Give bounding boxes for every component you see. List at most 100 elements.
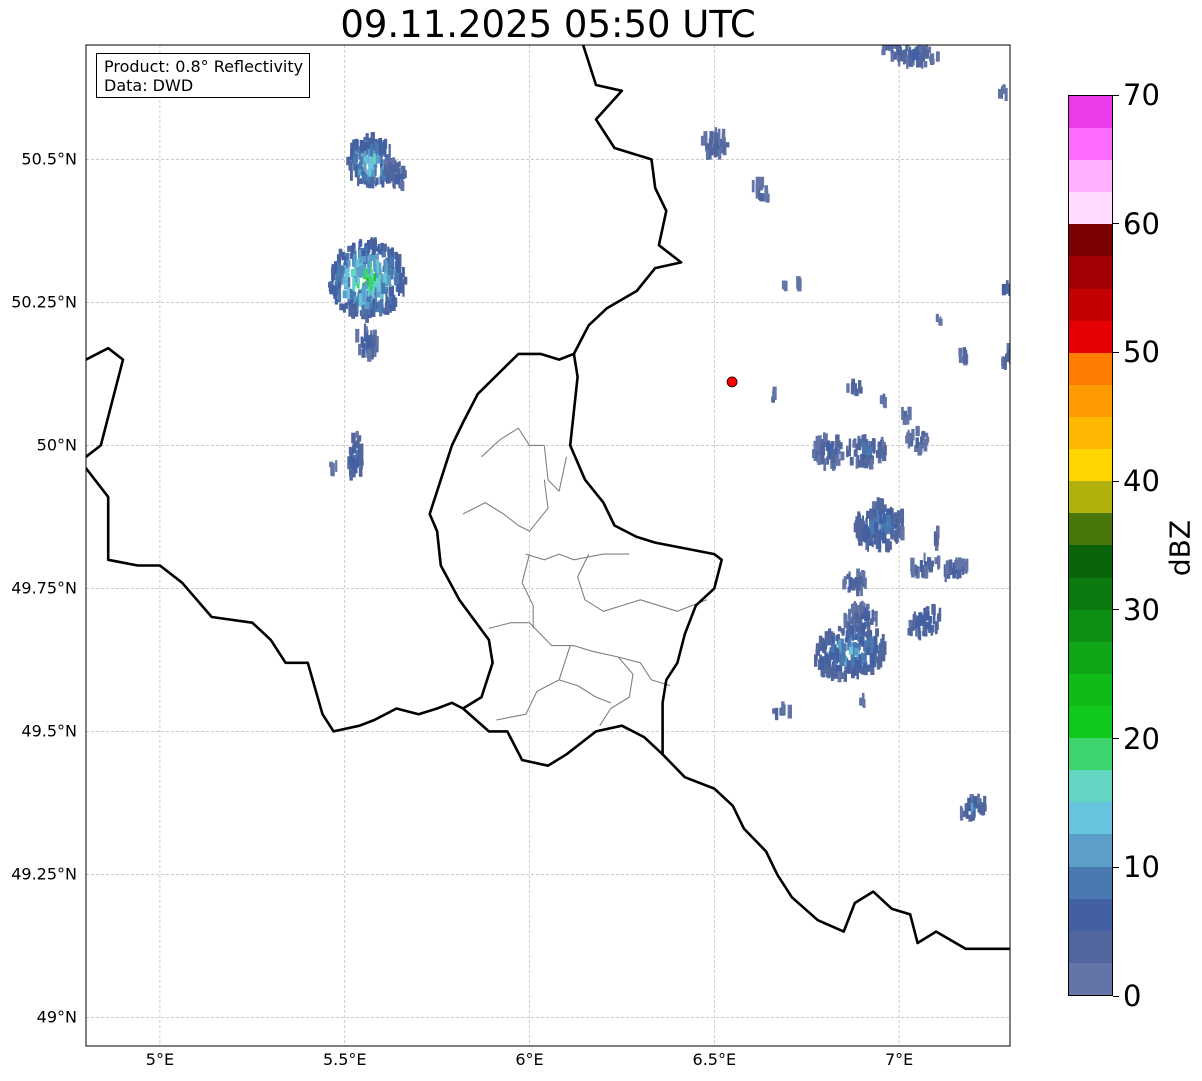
echo-bin: [879, 498, 882, 507]
colorbar-label: dBZ: [1163, 519, 1197, 577]
echo-bin: [353, 267, 356, 276]
echo-bin: [378, 137, 382, 147]
echo-bin: [901, 406, 904, 420]
echo-bin: [332, 289, 337, 296]
lon-tick-label: 7°E: [884, 1050, 914, 1069]
echo-bin: [392, 177, 396, 188]
echo-bin: [390, 247, 394, 258]
colorbar-segment: [1069, 609, 1112, 642]
echo-bin: [349, 469, 354, 476]
echo-bin: [846, 383, 850, 393]
echo-bin: [357, 448, 362, 456]
echo-bin: [376, 291, 380, 297]
echo-bin: [401, 284, 404, 292]
echo-bin: [390, 168, 393, 182]
colorbar-segment: [1069, 352, 1112, 385]
echo-bin: [1001, 85, 1005, 94]
colorbar-segment: [1069, 802, 1112, 835]
echo-bin: [895, 530, 898, 544]
echo-bin: [958, 347, 963, 357]
colorbar-tick-label: 0: [1123, 979, 1142, 1013]
echo-bin: [391, 297, 396, 311]
echo-bin: [930, 624, 935, 633]
echo-bin: [910, 568, 915, 576]
echo-bin: [871, 438, 875, 444]
echo-bin: [370, 176, 375, 189]
echo-bin: [920, 51, 926, 62]
colorbar-tick-mark: [1113, 223, 1119, 225]
echo-bin: [706, 150, 709, 159]
echo-bin: [345, 261, 348, 268]
echo-bin: [878, 445, 882, 454]
echo-bin: [362, 342, 366, 354]
echo-bin: [1003, 357, 1007, 366]
echo-bin: [350, 170, 353, 181]
echo-bin: [934, 557, 939, 565]
echo-bin: [396, 167, 401, 176]
echo-bin: [365, 326, 368, 334]
echo-bin: [380, 282, 386, 294]
echo-bin: [335, 274, 338, 284]
echo-bin: [375, 143, 379, 153]
data-source-label: Data: DWD: [104, 76, 194, 95]
dbz-colorbar: [1068, 95, 1113, 996]
echo-bin: [920, 437, 924, 445]
echo-bin: [350, 142, 354, 156]
echo-bin: [756, 180, 759, 193]
product-label: Product: 0.8° Reflectivity: [104, 57, 304, 76]
echo-bin: [849, 456, 854, 466]
echo-bin: [355, 258, 360, 268]
echo-bin: [334, 261, 337, 271]
echo-bin: [817, 453, 821, 466]
echo-bin: [358, 169, 362, 176]
colorbar-segment: [1069, 192, 1112, 225]
echo-bin: [915, 425, 920, 437]
echo-bin: [367, 260, 371, 275]
echo-bin: [390, 269, 394, 280]
lon-tick-label: 6°E: [515, 1050, 544, 1069]
echo-bin: [862, 698, 865, 706]
echo-bin: [928, 616, 933, 624]
echo-bin: [372, 298, 376, 309]
echo-bin: [874, 610, 878, 617]
echo-bin: [367, 348, 372, 362]
lon-tick-label: 5°E: [145, 1050, 175, 1069]
echo-bin: [871, 541, 874, 548]
echo-bin: [717, 128, 721, 141]
echo-bin: [395, 173, 399, 185]
echo-bin: [876, 508, 879, 522]
echo-bin: [772, 386, 777, 400]
echo-bin: [347, 245, 352, 252]
echo-bin: [358, 265, 363, 278]
echo-bin: [383, 164, 388, 175]
lat-tick-label: 49°N: [36, 1007, 77, 1027]
echo-bin: [363, 269, 368, 279]
echo-bin: [933, 533, 938, 546]
echo-bin: [355, 440, 360, 449]
echo-bin: [875, 615, 878, 627]
echo-bin: [858, 620, 862, 633]
echo-bin: [398, 161, 401, 168]
colorbar-segment: [1069, 641, 1112, 674]
echo-bin: [361, 305, 365, 315]
echo-bin: [860, 585, 863, 596]
colorbar-segment: [1069, 962, 1112, 995]
echo-bin: [349, 456, 354, 466]
echo-bin: [929, 53, 935, 64]
colorbar-tick-label: 60: [1123, 206, 1160, 241]
echo-bin: [391, 157, 395, 165]
echo-bin: [870, 639, 873, 653]
echo-bin: [915, 567, 918, 576]
echo-bin: [362, 141, 367, 151]
echo-bin: [844, 668, 848, 674]
echo-bin: [826, 456, 830, 465]
colorbar-segment: [1069, 930, 1112, 963]
colorbar-segment: [1069, 545, 1112, 578]
echo-bin: [901, 49, 906, 56]
echo-bin: [854, 383, 857, 391]
echo-bin: [344, 302, 348, 309]
echo-bin: [882, 450, 887, 462]
lat-tick-label: 50°N: [36, 435, 77, 455]
colorbar-segment: [1069, 738, 1112, 771]
colorbar-tick-mark: [1113, 609, 1119, 611]
